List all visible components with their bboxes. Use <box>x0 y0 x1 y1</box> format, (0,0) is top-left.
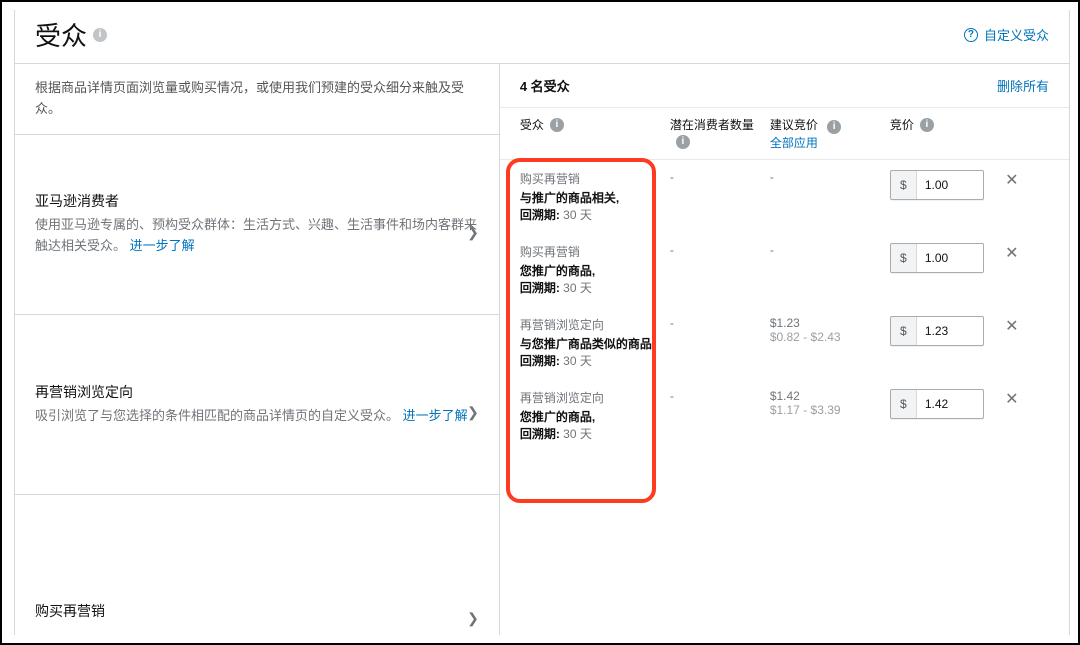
audience-main: 您推广的商品, <box>520 408 604 425</box>
table-row: 再营销浏览定向 您推广的商品, 回溯期: 30 天 - $1.42 <box>500 379 1069 452</box>
section-amazon-shoppers[interactable]: 亚马逊消费者 使用亚马逊专属的、预构受众群体：生活方式、兴趣、生活事件和场内客群… <box>15 135 499 315</box>
info-icon[interactable]: i <box>93 28 107 42</box>
potential-value: - <box>670 389 770 403</box>
bid-input[interactable]: $ 1.23 <box>890 316 984 346</box>
suggested-bid: - <box>770 170 882 184</box>
suggested-bid: - <box>770 243 882 257</box>
section-remarketing-views[interactable]: 再营销浏览定向 吸引浏览了与您选择的条件相匹配的商品详情页的自定义受众。 进一步… <box>15 315 499 495</box>
selected-audiences-panel: 4 名受众 删除所有 受众 i 潜在消费者数量 i 建议竞价 <box>500 64 1069 635</box>
bid-value[interactable]: 1.00 <box>917 244 983 272</box>
potential-value: - <box>670 316 770 330</box>
audience-category: 再营销浏览定向 <box>520 316 655 333</box>
suggested-bid: $1.42 <box>770 389 882 403</box>
audience-main: 您推广的商品, <box>520 262 595 279</box>
currency-symbol: $ <box>891 171 917 199</box>
info-icon[interactable]: i <box>550 118 564 132</box>
apply-all-link[interactable]: 全部应用 <box>770 134 882 151</box>
currency-symbol: $ <box>891 390 917 418</box>
chevron-right-icon: ❯ <box>467 404 479 421</box>
remove-row-icon[interactable]: ✕ <box>1000 170 1024 190</box>
custom-audience-label: 自定义受众 <box>984 25 1049 44</box>
potential-value: - <box>670 243 770 257</box>
audience-lookback: 回溯期: 30 天 <box>520 425 604 442</box>
page-title-text: 受众 <box>35 16 87 53</box>
suggested-range: $0.82 - $2.43 <box>770 330 882 344</box>
audience-main: 与您推广商品类似的商品, <box>520 335 655 352</box>
remove-row-icon[interactable]: ✕ <box>1000 316 1024 336</box>
custom-audience-link[interactable]: ? 自定义受众 <box>964 25 1049 44</box>
section-desc: 吸引浏览了与您选择的条件相匹配的商品详情页的自定义受众。 进一步了解 <box>35 406 479 427</box>
section-purchase-remarketing[interactable]: 购买再营销 ❯ <box>15 495 499 635</box>
audience-category: 再营销浏览定向 <box>520 389 604 406</box>
col-audience: 受众 <box>520 116 544 133</box>
info-icon[interactable]: i <box>920 118 934 132</box>
suggested-bid: $1.23 <box>770 316 882 330</box>
currency-symbol: $ <box>891 244 917 272</box>
intro-text: 根据商品详情页面浏览量或购买情况，或使用我们预建的受众细分来触及受众。 <box>35 78 479 120</box>
info-icon[interactable]: i <box>827 120 841 134</box>
audience-category: 购买再营销 <box>520 243 595 260</box>
remove-row-icon[interactable]: ✕ <box>1000 243 1024 263</box>
table-row: 购买再营销 与推广的商品相关, 回溯期: 30 天 - - <box>500 160 1069 233</box>
section-desc: 使用亚马逊专属的、预构受众群体：生活方式、兴趣、生活事件和场内客群来触达相关受众… <box>35 215 479 257</box>
section-title: 再营销浏览定向 <box>35 382 479 402</box>
section-title: 亚马逊消费者 <box>35 191 479 211</box>
info-icon[interactable]: i <box>676 135 690 149</box>
suggested-range: $1.17 - $3.39 <box>770 403 882 417</box>
audience-category: 购买再营销 <box>520 170 619 187</box>
audience-main: 与推广的商品相关, <box>520 189 619 206</box>
bid-input[interactable]: $ 1.00 <box>890 243 984 273</box>
section-title: 购买再营销 <box>35 601 479 621</box>
bid-input[interactable]: $ 1.42 <box>890 389 984 419</box>
audience-count: 4 名受众 <box>520 76 570 95</box>
potential-value: - <box>670 170 770 184</box>
help-icon: ? <box>964 28 978 42</box>
remove-row-icon[interactable]: ✕ <box>1000 389 1024 409</box>
table-row: 再营销浏览定向 与您推广商品类似的商品, 回溯期: 30 天 - $1.23 <box>500 306 1069 379</box>
bid-input[interactable]: $ 1.00 <box>890 170 984 200</box>
col-potential: 潜在消费者数量 <box>670 118 754 132</box>
audience-types-panel: 根据商品详情页面浏览量或购买情况，或使用我们预建的受众细分来触及受众。 亚马逊消… <box>15 64 500 635</box>
audience-lookback: 回溯期: 30 天 <box>520 279 595 296</box>
currency-symbol: $ <box>891 317 917 345</box>
col-suggested: 建议竞价 <box>770 118 818 132</box>
learn-more-link[interactable]: 进一步了解 <box>403 408 468 423</box>
chevron-right-icon: ❯ <box>467 224 479 241</box>
bid-value[interactable]: 1.23 <box>917 317 983 345</box>
bid-value[interactable]: 1.00 <box>917 171 983 199</box>
page-title: 受众 i <box>35 16 107 53</box>
audience-rows: 购买再营销 与推广的商品相关, 回溯期: 30 天 - - <box>500 160 1069 635</box>
col-bid: 竞价 <box>890 116 914 133</box>
audience-lookback: 回溯期: 30 天 <box>520 352 655 369</box>
table-row: 购买再营销 您推广的商品, 回溯期: 30 天 - - <box>500 233 1069 306</box>
chevron-right-icon: ❯ <box>467 610 479 627</box>
intro-section: 根据商品详情页面浏览量或购买情况，或使用我们预建的受众细分来触及受众。 <box>15 64 499 135</box>
table-header: 受众 i 潜在消费者数量 i 建议竞价 i 全部应用 <box>500 108 1069 160</box>
remove-all-link[interactable]: 删除所有 <box>997 76 1049 95</box>
learn-more-link[interactable]: 进一步了解 <box>130 238 195 253</box>
audience-lookback: 回溯期: 30 天 <box>520 206 619 223</box>
bid-value[interactable]: 1.42 <box>917 390 983 418</box>
